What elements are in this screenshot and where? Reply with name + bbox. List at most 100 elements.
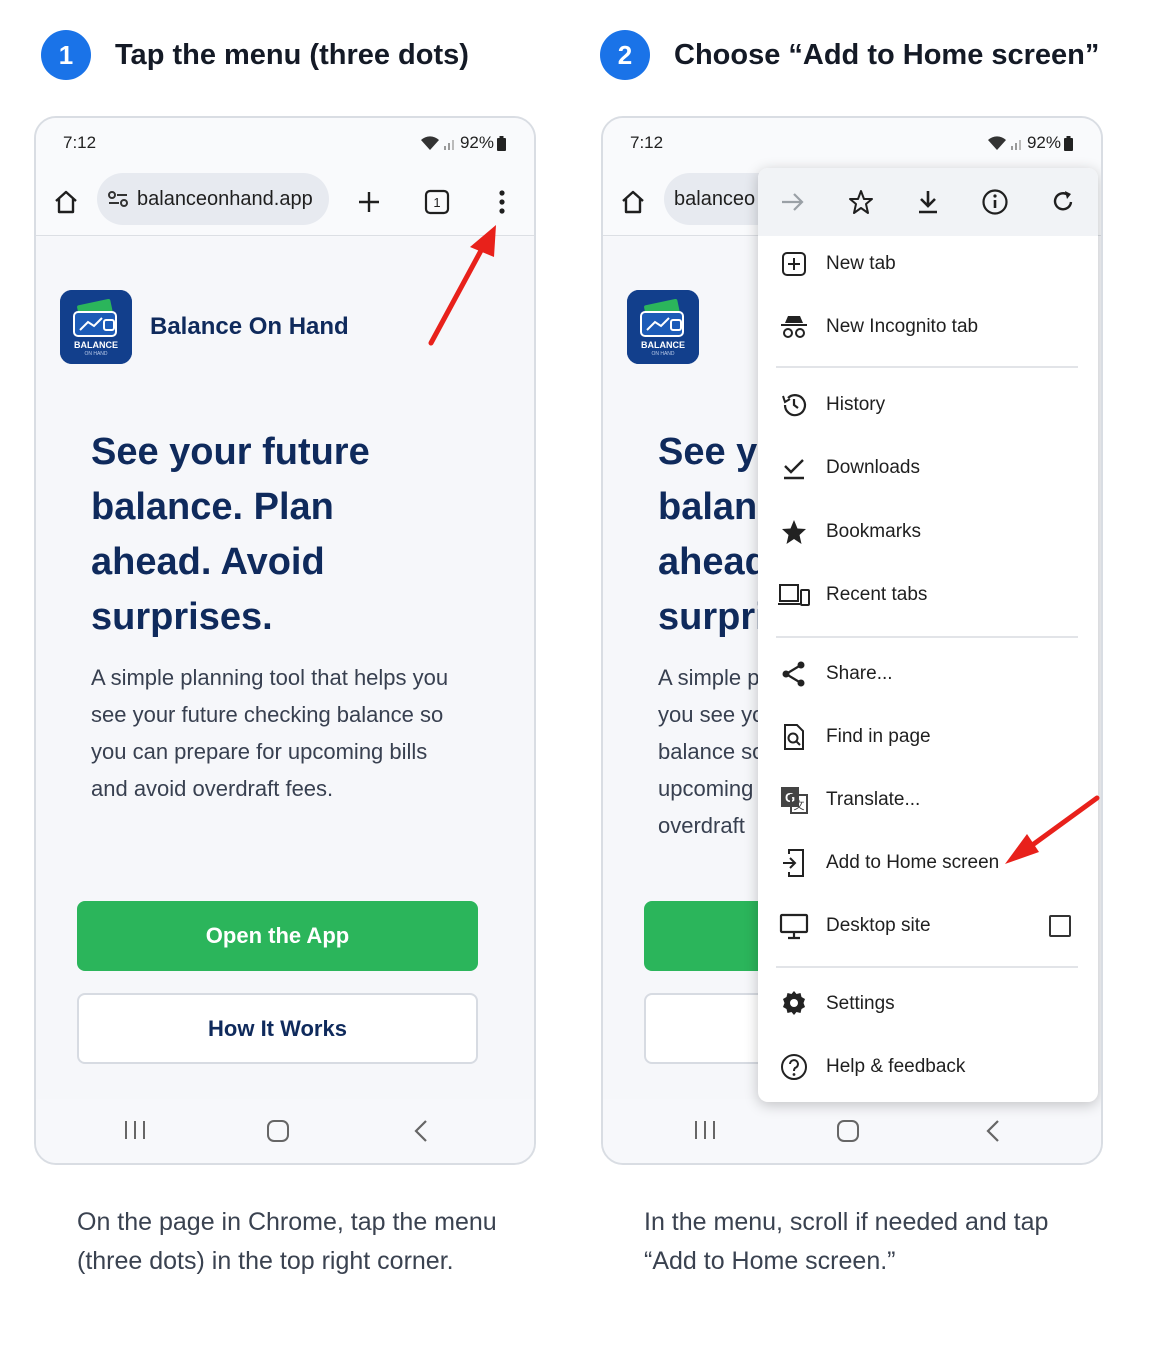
menu-divider [776,366,1078,368]
svg-text:文: 文 [794,798,805,812]
status-time: 7:12 [63,133,97,152]
red-arrow-pointer [428,225,496,346]
signal-icon [1010,140,1021,150]
menu-item-settings[interactable]: Settings [758,976,1098,1032]
menu-top-icon-row [758,168,1098,236]
how-it-works-button[interactable] [644,993,774,1064]
status-bar: 7:12 92% [603,118,1101,168]
recent-tabs-icon [778,579,810,611]
add-to-home-icon [778,847,810,879]
android-nav-bar [603,1099,1101,1163]
help-icon [778,1051,810,1083]
brand-name: Balance On Hand [150,313,349,340]
find-in-page-icon [778,721,810,753]
share-icon [778,658,810,690]
translate-icon: G文 [778,784,810,816]
battery-percent: 92% [1026,133,1061,152]
logo-subtext: ON HAND [84,351,108,357]
phone-screenshot-2: 7:12 92% balanceo BALANCE ON HAND See y … [601,116,1103,1165]
wifi-icon [420,136,439,150]
menu-item-new-tab[interactable]: New tab [758,236,1098,292]
svg-text:1: 1 [433,195,440,210]
menu-item-label: Settings [826,993,895,1014]
step-1-title: Tap the menu (three dots) [115,38,469,71]
recents-nav-icon[interactable] [693,1119,717,1141]
wifi-icon [987,136,1006,150]
back-nav-icon[interactable] [413,1119,429,1143]
url-text: balanceo [674,187,756,210]
menu-divider [776,966,1078,968]
how-it-works-button[interactable]: How It Works [77,993,478,1064]
menu-item-label: Help & feedback [826,1056,966,1077]
desktop-site-checkbox[interactable] [1049,915,1071,937]
refresh-icon[interactable] [1050,188,1076,216]
bookmark-star-icon[interactable] [847,188,875,216]
home-icon[interactable] [619,188,647,216]
step-1-header: 1 Tap the menu (three dots) [41,30,469,80]
web-page-content: BALANCE ON HAND Balance On Hand See your… [36,237,534,1099]
new-tab-icon [778,248,810,280]
downloads-check-icon [778,452,810,484]
download-icon[interactable] [915,188,941,216]
step-1-caption: On the page in Chrome, tap the menu (thr… [77,1208,497,1275]
phone-screenshot-1: 7:12 92% 1 balanceonhand.app BALANCE ON … [34,116,536,1165]
chrome-overflow-menu: New tab New Incognito tab History Downlo… [758,168,1098,1102]
body-line: balance so [658,739,765,764]
red-arrow-pointer [1005,795,1100,864]
step-1-number-badge: 1 [41,30,91,80]
body-line: A simple p [658,665,760,690]
step-2-header: 2 Choose “Add to Home screen” [600,30,1099,80]
home-icon[interactable] [52,188,80,216]
url-bar[interactable]: balanceonhand.app [97,173,329,225]
step-2-number-badge: 2 [600,30,650,80]
tab-switcher-icon[interactable]: 1 [424,189,450,215]
menu-item-label: Recent tabs [826,584,928,605]
menu-item-label: Share... [826,663,893,684]
menu-item-label: History [826,394,886,415]
menu-item-label: Translate... [826,789,921,810]
body-line: upcoming [658,776,754,801]
menu-item-history[interactable]: History [758,377,1098,433]
body-line: overdraft [658,813,745,838]
battery-percent: 92% [459,133,494,152]
menu-item-label: New Incognito tab [826,316,979,337]
bookmarks-star-icon [778,516,810,548]
logo-subtext: ON HAND [651,351,675,357]
hero-body: A simple planning tool that helps you se… [91,665,449,801]
hero-headline: See your future balance. Plan ahead. Avo… [91,431,370,638]
menu-item-label: Bookmarks [826,521,922,542]
site-settings-icon[interactable] [107,189,129,209]
balance-on-hand-logo: BALANCE ON HAND [60,290,132,364]
home-nav-icon[interactable] [266,1119,290,1143]
step-2-caption: In the menu, scroll if needed and tap “A… [644,1208,1049,1275]
more-vert-icon[interactable] [494,188,510,216]
logo-text: BALANCE [641,340,685,350]
forward-arrow-icon[interactable] [780,190,806,214]
menu-item-label: Desktop site [826,915,931,936]
hero-body-truncated: A simple p you see yo balance so upcomin… [658,659,768,844]
menu-item-new-incognito-tab[interactable]: New Incognito tab [758,299,1098,355]
menu-item-downloads[interactable]: Downloads [758,440,1098,496]
status-time: 7:12 [630,133,664,152]
recents-nav-icon[interactable] [123,1119,147,1141]
menu-divider [776,636,1078,638]
open-app-button[interactable]: Open the App [77,901,478,971]
url-text: balanceonhand.app [137,187,313,210]
back-nav-icon[interactable] [985,1119,1001,1143]
menu-item-bookmarks[interactable]: Bookmarks [758,504,1098,560]
menu-item-share[interactable]: Share... [758,646,1098,702]
signal-icon [443,140,454,150]
menu-item-recent-tabs[interactable]: Recent tabs [758,567,1098,623]
status-icons: 92% [420,133,506,153]
menu-item-label: Add to Home screen [826,852,1000,873]
open-app-button[interactable] [644,901,774,971]
menu-item-desktop-site[interactable]: Desktop site [758,898,1098,954]
menu-item-find-in-page[interactable]: Find in page [758,709,1098,765]
incognito-icon [778,311,810,343]
logo-text: BALANCE [74,340,118,350]
new-tab-plus-icon[interactable] [356,189,382,215]
status-bar: 7:12 92% [36,118,534,168]
menu-item-help-feedback[interactable]: Help & feedback [758,1039,1098,1095]
info-icon[interactable] [981,188,1009,216]
home-nav-icon[interactable] [836,1119,860,1143]
